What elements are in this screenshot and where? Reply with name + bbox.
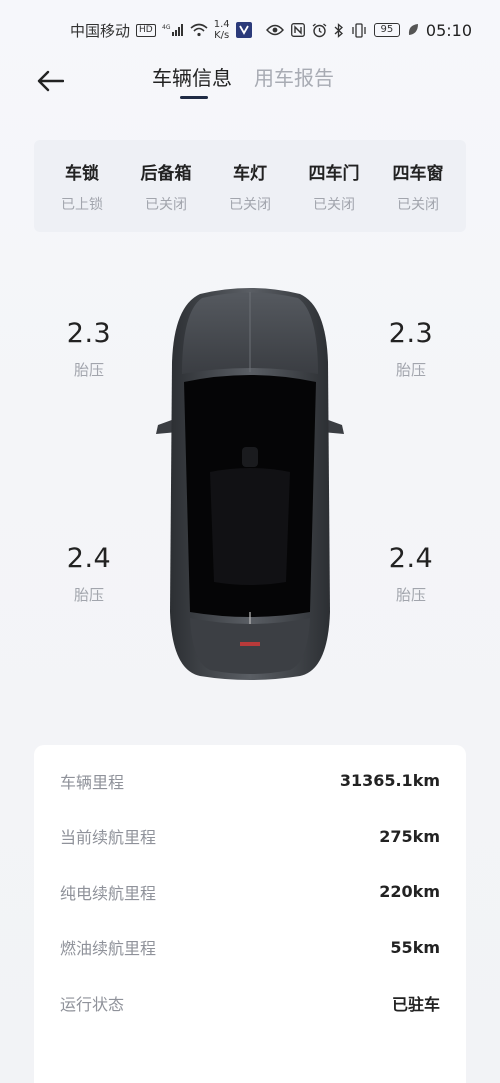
header: 车辆信息 用车报告 [0, 60, 500, 105]
mileage-label: 纯电续航里程 [60, 883, 157, 903]
vehicle-status-panel: 车锁 已上锁 后备箱 已关闭 车灯 已关闭 四车门 已关闭 四车窗 已关闭 [34, 140, 466, 232]
mileage-label: 车辆里程 [60, 772, 125, 792]
tire-pressure-label: 胎压 [395, 586, 426, 604]
status-doors: 四车门 已关闭 [294, 159, 374, 214]
mileage-card: 车辆里程 31365.1km 当前续航里程 275km 纯电续航里程 220km… [34, 745, 466, 1083]
status-label: 车灯 [233, 163, 267, 184]
mileage-label: 运行状态 [60, 994, 125, 1014]
status-label: 车锁 [65, 163, 99, 184]
mileage-value: 已驻车 [391, 994, 440, 1014]
status-value: 已关闭 [145, 196, 187, 213]
tire-pressure-label: 胎压 [73, 361, 104, 379]
tire-front-right: 2.3 胎压 [366, 318, 456, 380]
alarm-icon [312, 22, 327, 38]
hd-icon: HD [136, 23, 156, 37]
speed-unit: K/s [214, 30, 230, 41]
tire-rear-left: 2.4 胎压 [44, 543, 134, 605]
status-label: 四车窗 [392, 163, 444, 184]
network-speed: 1.4 K/s [214, 19, 230, 41]
tire-pressure-label: 胎压 [73, 586, 104, 604]
bluetooth-icon [334, 22, 344, 38]
status-lights: 车灯 已关闭 [210, 159, 290, 214]
status-value: 已关闭 [229, 196, 271, 213]
eye-icon [265, 24, 284, 36]
status-bar: 中国移动 HD 4G 1.4 K/s 95 05:10 [0, 0, 500, 60]
mileage-value: 55km [390, 937, 440, 957]
tab-vehicle-info[interactable]: 车辆信息 [152, 62, 232, 91]
nfc-icon [290, 23, 305, 37]
tire-rear-right: 2.4 胎压 [366, 543, 456, 605]
mileage-row-fuel-range: 燃油续航里程 55km [60, 920, 440, 976]
tab-indicator [180, 96, 208, 99]
status-value: 已上锁 [61, 196, 103, 213]
arrow-left-icon [37, 70, 64, 92]
signal-icon: 4G [162, 23, 184, 37]
mileage-label: 燃油续航里程 [60, 939, 157, 959]
mileage-row-run-status: 运行状态 已驻车 [60, 975, 440, 1031]
back-button[interactable] [30, 64, 70, 98]
clock: 05:10 [425, 20, 472, 40]
mileage-row-ev-range: 纯电续航里程 220km [60, 864, 440, 920]
tire-pressure-value: 2.3 [66, 318, 112, 349]
status-trunk: 后备箱 已关闭 [126, 159, 206, 214]
tire-pressure-label: 胎压 [395, 361, 426, 379]
mileage-row-odometer: 车辆里程 31365.1km [60, 753, 440, 809]
status-label: 四车门 [308, 163, 360, 184]
tire-pressure-value: 2.3 [388, 318, 434, 349]
car-top-view [150, 282, 350, 682]
battery-icon: 95 [373, 23, 400, 37]
mileage-label: 当前续航里程 [60, 828, 157, 848]
app-notification-icon [235, 22, 252, 38]
tire-front-left: 2.3 胎压 [44, 318, 134, 380]
mileage-row-current-range: 当前续航里程 275km [60, 809, 440, 865]
mileage-value: 31365.1km [339, 771, 440, 791]
status-left: 中国移动 HD 4G 1.4 K/s [70, 19, 252, 41]
leaf-icon [407, 23, 419, 37]
mileage-value: 220km [379, 882, 440, 902]
status-value: 已关闭 [313, 196, 355, 213]
vibrate-icon [351, 22, 367, 38]
status-windows: 四车窗 已关闭 [378, 159, 458, 214]
status-value: 已关闭 [397, 196, 439, 213]
status-lock: 车锁 已上锁 [42, 159, 122, 214]
speed-value: 1.4 [213, 19, 230, 30]
wifi-icon [190, 23, 208, 37]
car-icon [156, 288, 344, 680]
mileage-value: 275km [379, 826, 440, 846]
status-label: 后备箱 [140, 163, 192, 184]
tire-pressure-value: 2.4 [388, 543, 434, 574]
svg-text:4G: 4G [162, 24, 171, 31]
status-right: 95 05:10 [265, 20, 472, 40]
tire-pressure-value: 2.4 [66, 543, 112, 574]
tab-usage-report[interactable]: 用车报告 [254, 62, 334, 91]
tab-bar: 车辆信息 用车报告 [152, 62, 334, 91]
carrier-name: 中国移动 [70, 21, 131, 40]
